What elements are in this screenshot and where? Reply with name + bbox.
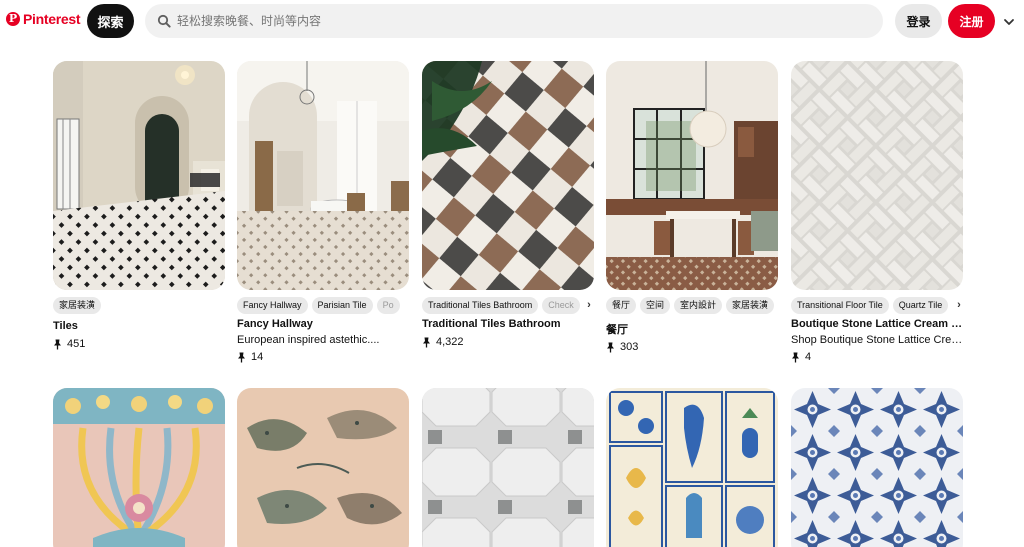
signup-button[interactable]: 注册	[948, 4, 995, 38]
pin-image-dining-room[interactable]	[606, 61, 778, 290]
pin-tag[interactable]: Po	[376, 297, 400, 314]
top-navigation-bar: P Pinterest 探索 登录 注册	[0, 0, 1024, 44]
pin-save-count: 14	[237, 351, 263, 363]
pin-tag[interactable]: Parisian Tile	[311, 297, 373, 314]
chevron-right-icon[interactable]: ›	[954, 297, 964, 314]
pin-tag[interactable]: Transitional Floor Tile	[791, 297, 889, 314]
pin-save-count: 4,322	[422, 336, 464, 348]
pin-save-count: 303	[606, 341, 638, 353]
pin-tags: 餐厅 空间 室内設計 家居装潢	[606, 297, 778, 314]
save-count-value: 14	[251, 351, 264, 363]
pin-tag[interactable]: 室内設計	[674, 297, 723, 314]
chevron-down-icon[interactable]	[1002, 15, 1016, 29]
pushpin-icon	[422, 337, 431, 348]
pin-tag[interactable]: Fancy Hallway	[237, 297, 308, 314]
pin-description: Shop Boutique Stone Lattice Crea...	[791, 334, 963, 346]
pin-save-count: 451	[53, 338, 85, 350]
pin-title[interactable]: Fancy Hallway	[237, 318, 409, 330]
pin-image-octagon-marble[interactable]	[422, 388, 594, 547]
brand-name: Pinterest	[23, 11, 81, 27]
pin-title[interactable]: Traditional Tiles Bathroom	[422, 318, 594, 330]
save-count-value: 4	[805, 351, 812, 363]
save-count-value: 4,322	[436, 336, 464, 348]
pinterest-logo[interactable]: P Pinterest	[6, 11, 81, 27]
pin-tag[interactable]: 家居装潢	[53, 297, 102, 314]
explore-button[interactable]: 探索	[87, 4, 134, 38]
chevron-right-icon[interactable]: ›	[584, 297, 594, 314]
search-icon	[157, 14, 171, 28]
save-count-value: 303	[620, 341, 639, 353]
pin-image-blue-parrot-tiles[interactable]	[606, 388, 778, 547]
pin-image-checkered-tiles[interactable]	[422, 61, 594, 290]
login-button[interactable]: 登录	[895, 4, 942, 38]
pin-image-blue-moroccan-tiles[interactable]	[791, 388, 963, 547]
pin-image-mosaic-animals[interactable]	[237, 388, 409, 547]
pushpin-icon	[791, 352, 800, 363]
pin-image-bathroom-hallway[interactable]	[237, 61, 409, 290]
pin-image-stone-lattice[interactable]	[791, 61, 963, 290]
pushpin-icon	[53, 339, 62, 350]
pin-description: European inspired astethic....	[237, 334, 380, 346]
search-input[interactable]	[177, 14, 857, 28]
pin-tag[interactable]: 空间	[640, 297, 671, 314]
pin-tag[interactable]: 家居装潢	[726, 297, 775, 314]
pin-title[interactable]: Tiles	[53, 320, 225, 332]
pin-tag[interactable]: Traditional Tiles Bathroom	[422, 297, 539, 314]
pin-title[interactable]: 餐厅	[606, 321, 778, 337]
pinterest-logo-icon: P	[6, 12, 20, 26]
pin-save-count: 4	[791, 351, 811, 363]
pushpin-icon	[237, 352, 246, 363]
pin-image-mosaic-peacock[interactable]	[53, 388, 225, 547]
pushpin-icon	[606, 342, 615, 353]
search-bar[interactable]	[145, 4, 883, 38]
save-count-value: 451	[67, 338, 86, 350]
pin-tags: 家居装潢	[53, 297, 225, 314]
pin-tag[interactable]: Quartz Tile	[892, 297, 949, 314]
pin-tags: Fancy Hallway Parisian Tile Po	[237, 297, 409, 314]
pin-tag[interactable]: Check	[542, 297, 580, 314]
pin-tags: Traditional Tiles Bathroom Check	[422, 297, 584, 314]
pin-tags: Transitional Floor Tile Quartz Tile	[791, 297, 953, 314]
pin-image-hallway-checkerboard[interactable]	[53, 61, 225, 290]
pin-tag[interactable]: 餐厅	[606, 297, 637, 314]
pin-title[interactable]: Boutique Stone Lattice Cream 11...	[791, 318, 963, 330]
